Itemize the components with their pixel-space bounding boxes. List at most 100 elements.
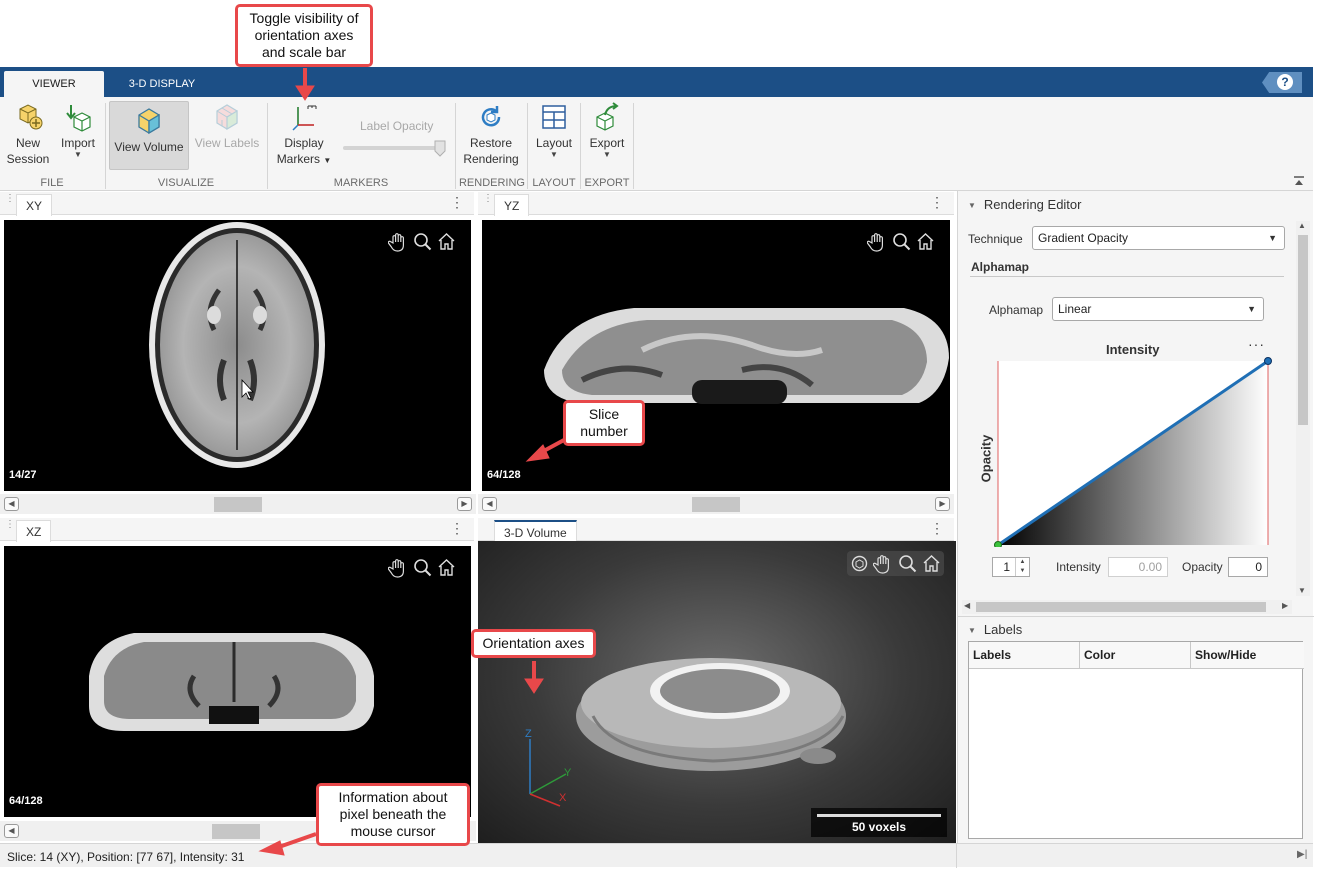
zoom-magnifier-icon[interactable] (412, 231, 433, 252)
scroll-left-icon[interactable]: ◀ (964, 601, 970, 610)
scroll-right-icon[interactable]: ▶ (457, 497, 472, 511)
alphamap-label: Alphamap (989, 303, 1044, 317)
scroll-down-icon[interactable]: ▼ (1298, 586, 1306, 595)
control-point-start[interactable] (994, 541, 1002, 548)
chevron-down-icon: ▼ (1247, 304, 1256, 314)
tab-viewer[interactable]: VIEWER (4, 71, 104, 97)
spinner-arrows-icon[interactable]: ▲ ▼ (1015, 558, 1029, 576)
scroll-up-icon[interactable]: ▲ (1298, 221, 1306, 230)
rotate-3d-icon[interactable] (849, 553, 870, 574)
drag-grip-icon[interactable]: ⋮ (483, 194, 493, 204)
rendering-editor-header[interactable]: ▼ Rendering Editor (968, 197, 1081, 212)
column-header-show-hide[interactable]: Show/Hide (1191, 642, 1304, 669)
restore-rendering-button[interactable]: Restore Rendering (461, 101, 521, 167)
yz-slice-scrollbar[interactable]: ◀ ▶ (478, 494, 954, 514)
technique-dropdown[interactable]: Gradient Opacity ▼ (1032, 226, 1285, 250)
pane-header-3d: 3-D Volume ⋮ (478, 518, 954, 542)
label-opacity-slider[interactable] (343, 140, 451, 158)
pan-hand-icon[interactable] (867, 231, 888, 252)
scroll-thumb[interactable] (692, 497, 740, 512)
callout-slice-number: Slice number (563, 400, 645, 446)
control-point-spinner[interactable]: 1 ▲ ▼ (992, 557, 1030, 577)
intensity-field[interactable]: 0.00 (1108, 557, 1168, 577)
separator (527, 103, 528, 189)
3d-volume-view[interactable]: Z Y X 50 voxels (478, 541, 956, 843)
pane-options-icon[interactable]: ⋮ (450, 195, 464, 209)
plot-options-icon[interactable]: ··· (1248, 336, 1265, 352)
alphamap-dropdown[interactable]: Linear ▼ (1052, 297, 1264, 321)
opacity-field[interactable]: 0 (1228, 557, 1268, 577)
scroll-left-icon[interactable]: ◀ (4, 824, 19, 838)
scroll-thumb[interactable] (212, 824, 260, 839)
restore-icon (481, 106, 501, 127)
pan-hand-icon[interactable] (388, 231, 409, 252)
zoom-magnifier-icon[interactable] (897, 553, 918, 574)
scroll-thumb[interactable] (976, 602, 1266, 612)
xz-view[interactable]: 64/128 (4, 546, 471, 817)
pane-options-icon[interactable]: ⋮ (930, 521, 944, 535)
yz-view[interactable]: 64/128 (482, 220, 950, 491)
opacity-field-label: Opacity (1182, 560, 1223, 574)
column-header-labels[interactable]: Labels (969, 642, 1080, 669)
view-volume-label: View Volume (114, 140, 184, 154)
slice-number: 14/27 (9, 469, 37, 481)
import-button[interactable]: Import ▼ (56, 101, 100, 159)
scale-bar-line (817, 814, 941, 817)
scroll-thumb[interactable] (214, 497, 262, 512)
drag-grip-icon[interactable]: ⋮ (5, 194, 15, 204)
view-labels-button[interactable]: View Labels (193, 101, 261, 151)
pan-hand-icon[interactable] (388, 557, 409, 578)
home-icon[interactable] (436, 231, 457, 252)
column-header-color[interactable]: Color (1080, 642, 1191, 669)
tab-3d-display[interactable]: 3-D DISPLAY (112, 71, 212, 97)
home-icon[interactable] (921, 553, 942, 574)
scroll-left-icon[interactable]: ◀ (482, 497, 497, 511)
xy-slice-scrollbar[interactable]: ◀ ▶ (0, 494, 476, 514)
control-point-end[interactable] (1264, 357, 1272, 365)
scroll-thumb[interactable] (1298, 235, 1308, 425)
technique-value: Gradient Opacity (1038, 231, 1129, 245)
slider-thumb[interactable] (434, 140, 446, 157)
zoom-magnifier-icon[interactable] (891, 231, 912, 252)
tab-xz[interactable]: XZ (16, 520, 52, 542)
group-label-layout: LAYOUT (532, 177, 576, 189)
rendering-editor-hscroll[interactable]: ◀ ▶ (962, 600, 1292, 614)
collapse-triangle-icon: ▼ (968, 626, 976, 635)
new-session-button[interactable]: New Session (6, 101, 50, 167)
export-button[interactable]: Export ▼ (585, 101, 629, 159)
labels-header[interactable]: ▼ Labels (968, 622, 1022, 637)
labels-table[interactable]: Labels Color Show/Hide (968, 641, 1304, 839)
xy-view[interactable]: 14/27 (4, 220, 471, 491)
view-nav-toolbar (847, 551, 944, 576)
layout-button[interactable]: Layout ▼ (532, 101, 576, 159)
zoom-magnifier-icon[interactable] (412, 557, 433, 578)
scroll-right-icon[interactable]: ▶ (1282, 601, 1288, 610)
scroll-left-icon[interactable]: ◀ (4, 497, 19, 511)
drag-grip-icon[interactable]: ⋮ (5, 520, 15, 530)
display-markers-label-1: Display (284, 136, 324, 150)
callout-line: and scale bar (261, 44, 347, 60)
pan-hand-icon[interactable] (873, 553, 894, 574)
pane-options-icon[interactable]: ⋮ (930, 195, 944, 209)
home-icon[interactable] (436, 557, 457, 578)
rendering-editor-vscroll[interactable]: ▲ ▼ (1296, 221, 1310, 596)
collapse-triangle-icon: ▼ (968, 201, 976, 210)
pane-options-icon[interactable]: ⋮ (450, 521, 464, 535)
export-icon (596, 102, 619, 131)
axis-label-x: X (559, 792, 567, 804)
scroll-right-icon[interactable]: ▶ (935, 497, 950, 511)
axis-label-z: Z (525, 728, 532, 740)
axial-slice-image (149, 222, 325, 468)
expand-panel-icon[interactable]: ▶| (1297, 849, 1307, 860)
tab-3d-volume[interactable]: 3-D Volume (494, 520, 577, 542)
view-volume-button[interactable]: View Volume (109, 101, 189, 170)
tab-yz[interactable]: YZ (494, 194, 530, 216)
alphamap-plot[interactable] (994, 357, 1274, 547)
home-icon[interactable] (915, 231, 936, 252)
display-markers-button[interactable]: Display Markers ▼ (276, 101, 332, 169)
help-button[interactable]: ? (1262, 72, 1302, 93)
cube-icon (138, 108, 160, 135)
separator (580, 103, 581, 189)
collapse-toolstrip-icon[interactable] (1293, 176, 1305, 186)
tab-xy[interactable]: XY (16, 194, 53, 216)
